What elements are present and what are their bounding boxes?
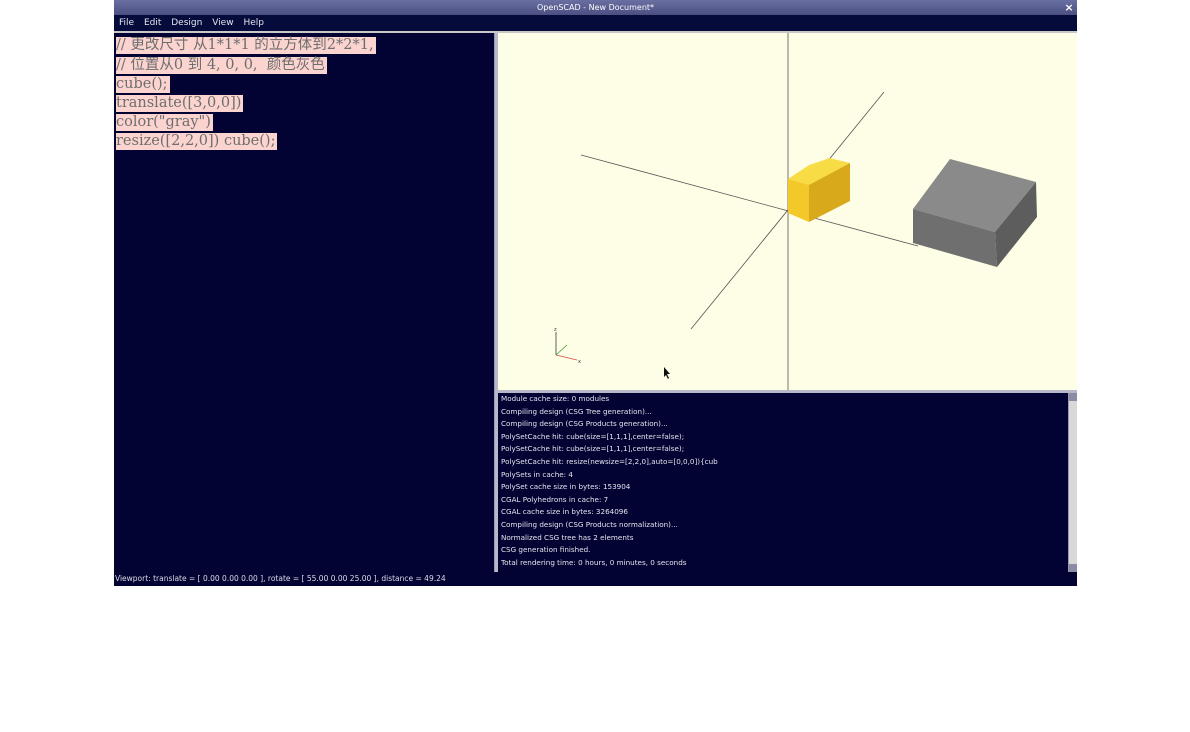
- editor-line[interactable]: // 位置从0 到 4, 0, 0, 颜色灰色: [116, 57, 327, 74]
- editor-line[interactable]: color("gray"): [116, 114, 213, 131]
- console-line: Module cache size: 0 modules: [501, 394, 610, 403]
- scroll-up-arrow-icon[interactable]: [1069, 393, 1077, 401]
- console-line: Total rendering time: 0 hours, 0 minutes…: [501, 557, 687, 567]
- axis-x-label: x: [578, 359, 581, 365]
- console-line: Compiling design (CSG Products generatio…: [501, 419, 668, 429]
- console-line: PolySetCache hit: resize(newsize=[2,2,0]…: [501, 457, 718, 466]
- gray-box: [913, 159, 1037, 267]
- console-line: PolySetCache hit: cube(size=[1,1,1],cent…: [501, 444, 685, 454]
- console-line: CGAL Polyhedrons in cache: 7: [501, 494, 609, 504]
- console-line: CSG generation finished.: [501, 545, 591, 555]
- code-editor[interactable]: // 更改尺寸 从1*1*1 的立方体到2*2*1, // 位置从0 到 4, …: [114, 33, 495, 572]
- openscad-window: OpenSCAD - New Document* × File Edit Des…: [114, 0, 1077, 586]
- editor-line[interactable]: // 更改尺寸 从1*1*1 的立方体到2*2*1,: [116, 37, 376, 54]
- viewport-status-text: Viewport: translate = [ 0.00 0.00 0.00 ]…: [115, 574, 446, 583]
- console-line: Compiling design (CSG Tree generation)..…: [501, 406, 652, 416]
- close-icon[interactable]: ×: [1063, 0, 1075, 15]
- mouse-cursor-icon: [664, 367, 670, 379]
- axis-indicator: z x: [554, 327, 581, 365]
- editor-line[interactable]: translate([3,0,0]): [116, 95, 244, 112]
- menu-bar: File Edit Design View Help: [114, 15, 1077, 31]
- console-line: Normalized CSG tree has 2 elements: [501, 532, 634, 542]
- console-line: CGAL cache size in bytes: 3264096: [501, 507, 628, 517]
- console-scrollbar[interactable]: [1068, 393, 1077, 572]
- 3d-viewport[interactable]: z x: [498, 33, 1077, 390]
- yellow-cube: [788, 158, 850, 222]
- title-bar[interactable]: OpenSCAD - New Document* ×: [114, 0, 1077, 15]
- console-line: PolySets in cache: 4: [501, 469, 573, 479]
- window-title: OpenSCAD - New Document*: [536, 3, 655, 12]
- editor-line[interactable]: resize([2,2,0]) cube();: [116, 133, 278, 150]
- editor-line[interactable]: cube();: [116, 76, 170, 93]
- y-axis-line: [690, 91, 885, 330]
- x-axis-line: [580, 154, 919, 247]
- console-line: Compiling design (CSG Products normaliza…: [501, 520, 678, 529]
- menu-help[interactable]: Help: [243, 15, 264, 31]
- menu-edit[interactable]: Edit: [144, 15, 161, 31]
- console-line: PolySet cache size in bytes: 153904: [501, 482, 631, 492]
- scroll-down-arrow-icon[interactable]: [1069, 564, 1077, 572]
- console-line: PolySetCache hit: cube(size=[1,1,1],cent…: [501, 431, 685, 441]
- menu-file[interactable]: File: [119, 15, 134, 31]
- menu-view[interactable]: View: [212, 15, 233, 31]
- status-bar: Viewport: translate = [ 0.00 0.00 0.00 ]…: [114, 572, 1077, 586]
- axis-z-label: z: [554, 327, 557, 333]
- viewport-scene: z x: [554, 33, 1037, 390]
- menu-design[interactable]: Design: [171, 15, 202, 31]
- console-panel[interactable]: Module cache size: 0 modules Compiling d…: [498, 393, 1068, 572]
